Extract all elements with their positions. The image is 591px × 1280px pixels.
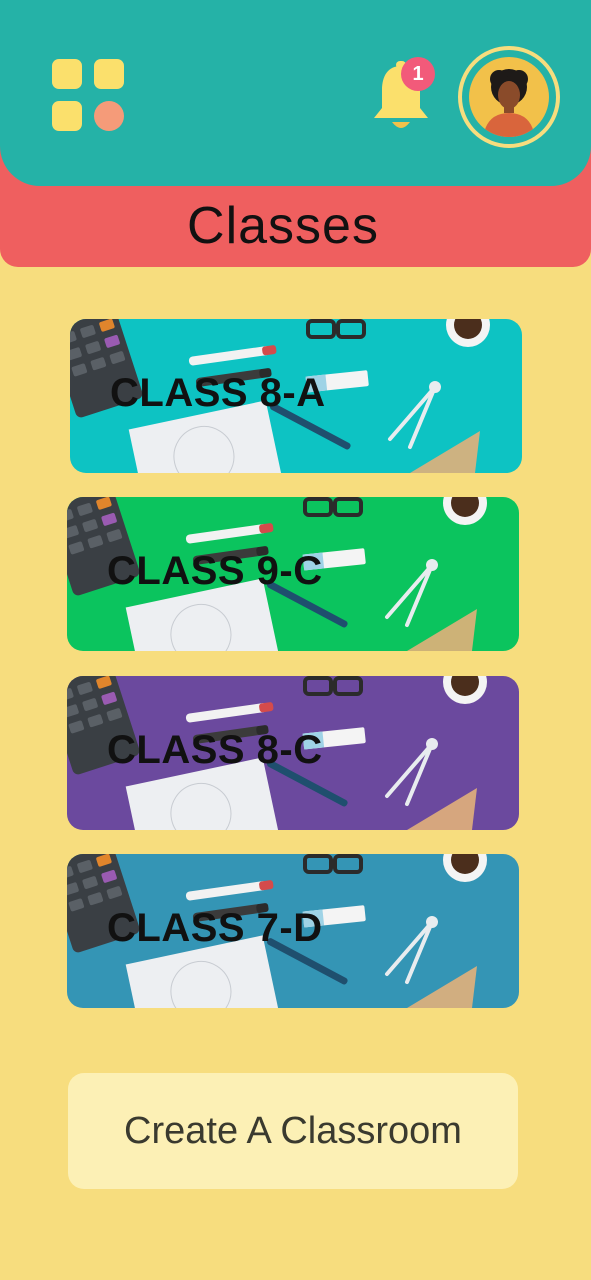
avatar-image (469, 57, 549, 137)
grid-menu-icon[interactable] (52, 59, 124, 131)
notification-badge: 1 (401, 57, 435, 91)
class-name: CLASS 9-C (107, 549, 323, 593)
grid-tile (52, 59, 82, 89)
page-title: Classes (187, 197, 379, 255)
grid-tile (94, 59, 124, 89)
class-name: CLASS 8-C (107, 728, 323, 772)
class-name: CLASS 7-D (107, 906, 323, 950)
class-card[interactable]: CLASS 7-D (67, 854, 519, 1008)
class-card[interactable]: CLASS 8-A (70, 319, 522, 473)
grid-dot (94, 101, 124, 131)
grid-tile (52, 101, 82, 131)
app-header: 1 (0, 0, 591, 186)
class-name: CLASS 8-A (110, 371, 326, 415)
avatar[interactable] (458, 46, 560, 148)
class-card[interactable]: CLASS 8-C (67, 676, 519, 830)
class-card[interactable]: CLASS 9-C (67, 497, 519, 651)
create-classroom-button[interactable]: Create A Classroom (68, 1073, 518, 1189)
